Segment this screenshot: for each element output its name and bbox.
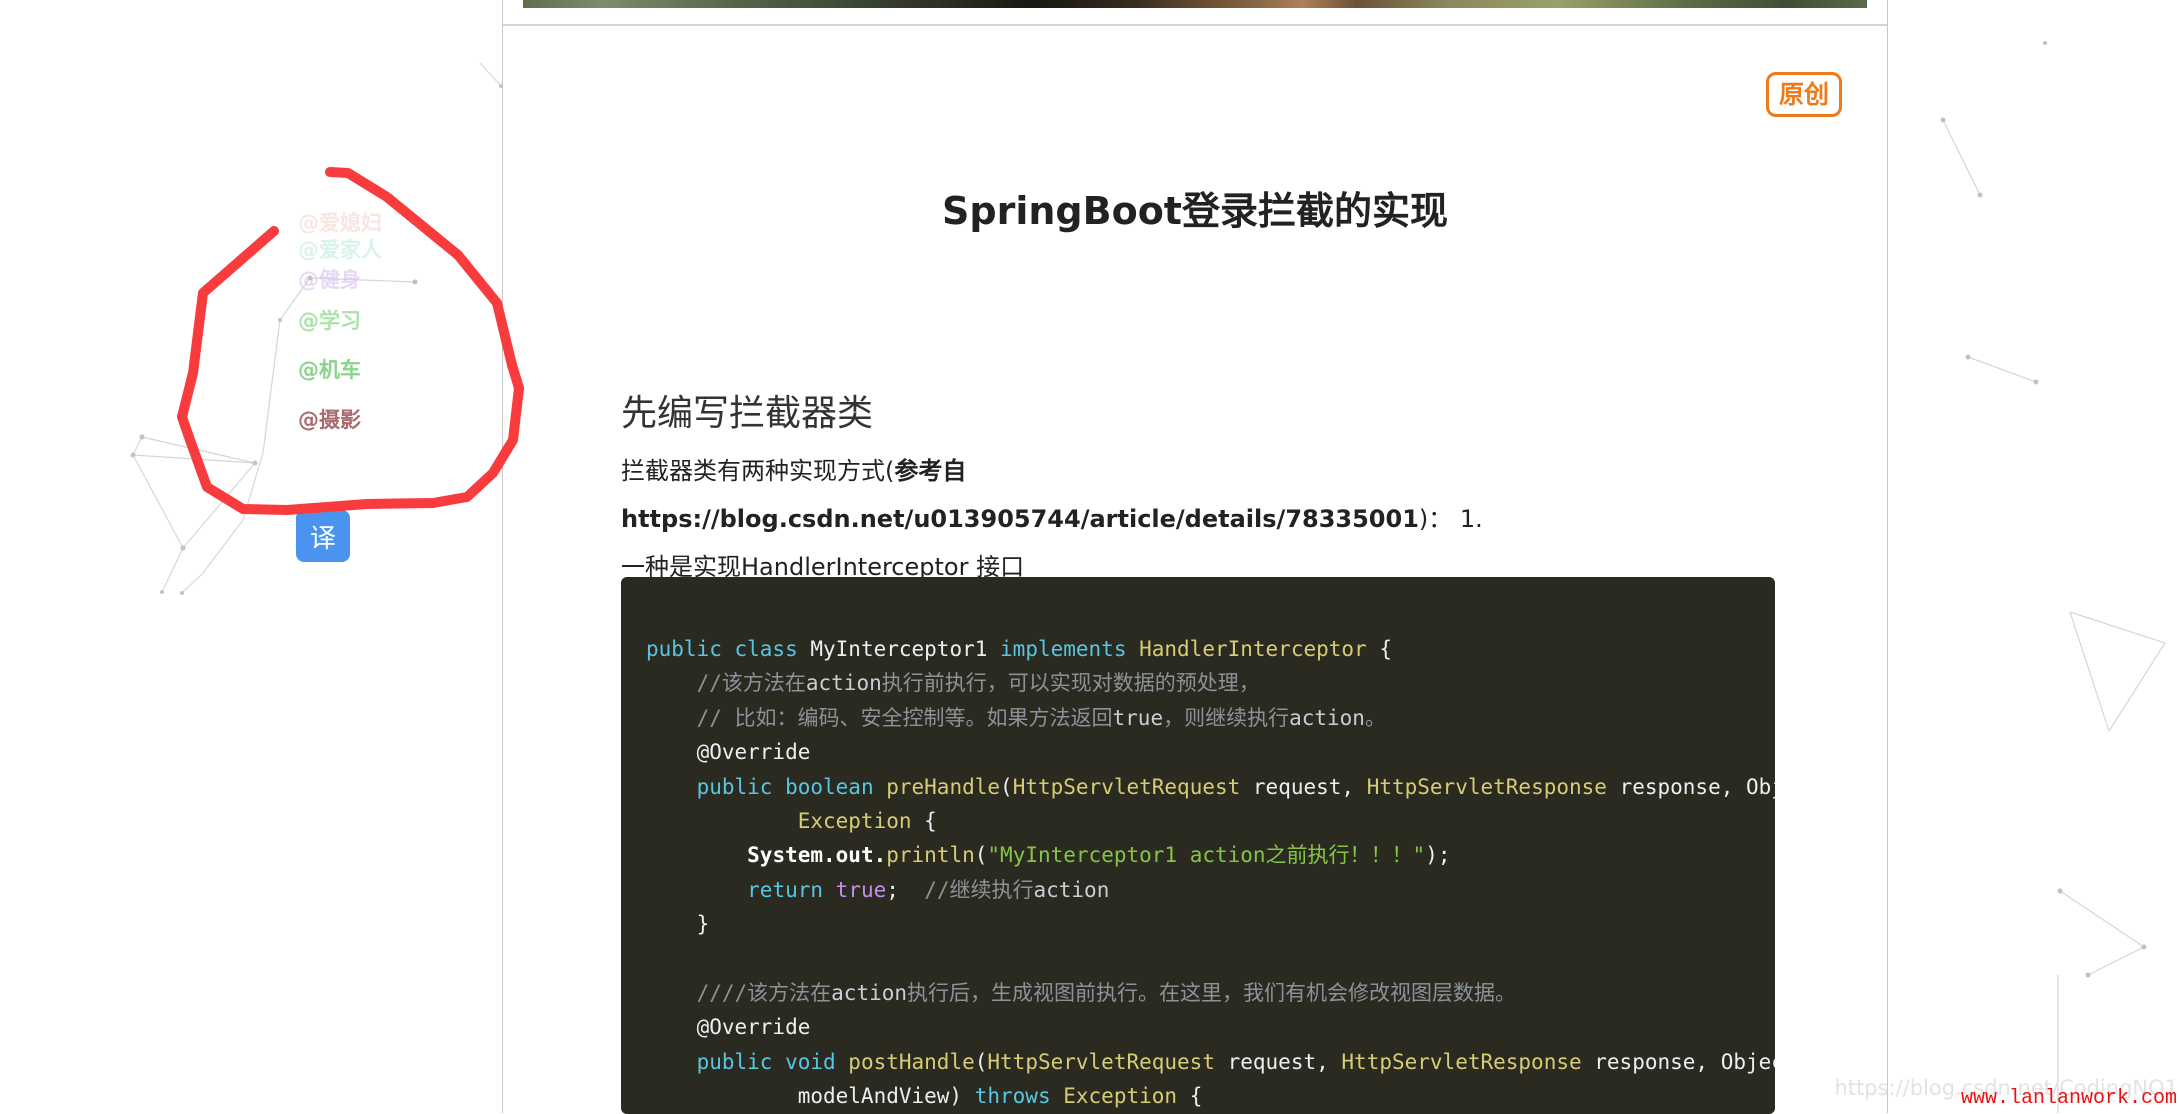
code-line: public boolean preHandle(HttpServletRequ… (646, 770, 1775, 804)
translate-button[interactable]: 译 (296, 510, 350, 562)
section-heading: 先编写拦截器类 (621, 384, 873, 436)
code-line: modelAndView) throws Exception { (646, 1079, 1775, 1113)
code-line: ////该方法在action执行后，生成视图前执行。在这里，我们有机会修改视图层… (646, 976, 1775, 1010)
code-line: public class MyInterceptor1 implements H… (646, 632, 1775, 666)
side-tag: @摄影 (298, 409, 382, 431)
code-line: Exception { (646, 804, 1775, 838)
article-paragraph: 拦截器类有两种实现方式(参考自https://blog.csdn.net/u01… (621, 447, 1775, 591)
side-tag: @爱家人 (298, 239, 382, 261)
code-line (646, 942, 1775, 976)
watermark-site: www.lanlanwork.com (1961, 1087, 2177, 1110)
side-tag-list: @爱媳妇 @爱家人 @健身 @学习 @机车 @摄影 (298, 212, 382, 431)
code-line: @Override (646, 1010, 1775, 1044)
code-line: // 比如：编码、安全控制等。如果方法返回true，则继续执行action。 (646, 701, 1775, 735)
previous-card-bottom (503, 0, 1887, 26)
code-line: System.out.println("MyInterceptor1 actio… (646, 838, 1775, 872)
code-line: //该方法在action执行前执行，可以实现对数据的预处理， (646, 666, 1775, 700)
side-tag: @健身 (298, 269, 382, 291)
paragraph-text: 拦截器类有两种实现方式( (621, 457, 894, 485)
code-line: @Override (646, 735, 1775, 769)
previous-article-image (523, 0, 1867, 8)
article-card: 原创 SpringBoot登录拦截的实现 先编写拦截器类 拦截器类有两种实现方式… (502, 0, 1888, 1113)
original-badge: 原创 (1766, 72, 1842, 117)
side-tag: @爱媳妇 (298, 212, 382, 234)
code-line: return true; //继续执行action (646, 873, 1775, 907)
code-line: public void postHandle(HttpServletReques… (646, 1045, 1775, 1079)
paragraph-text: )： 1. (1419, 505, 1483, 533)
side-tag: @学习 (298, 310, 382, 332)
code-line: } (646, 907, 1775, 941)
article-title: SpringBoot登录拦截的实现 (503, 180, 1887, 235)
side-tag: @机车 (298, 359, 382, 381)
code-block: public class MyInterceptor1 implements H… (621, 577, 1775, 1114)
